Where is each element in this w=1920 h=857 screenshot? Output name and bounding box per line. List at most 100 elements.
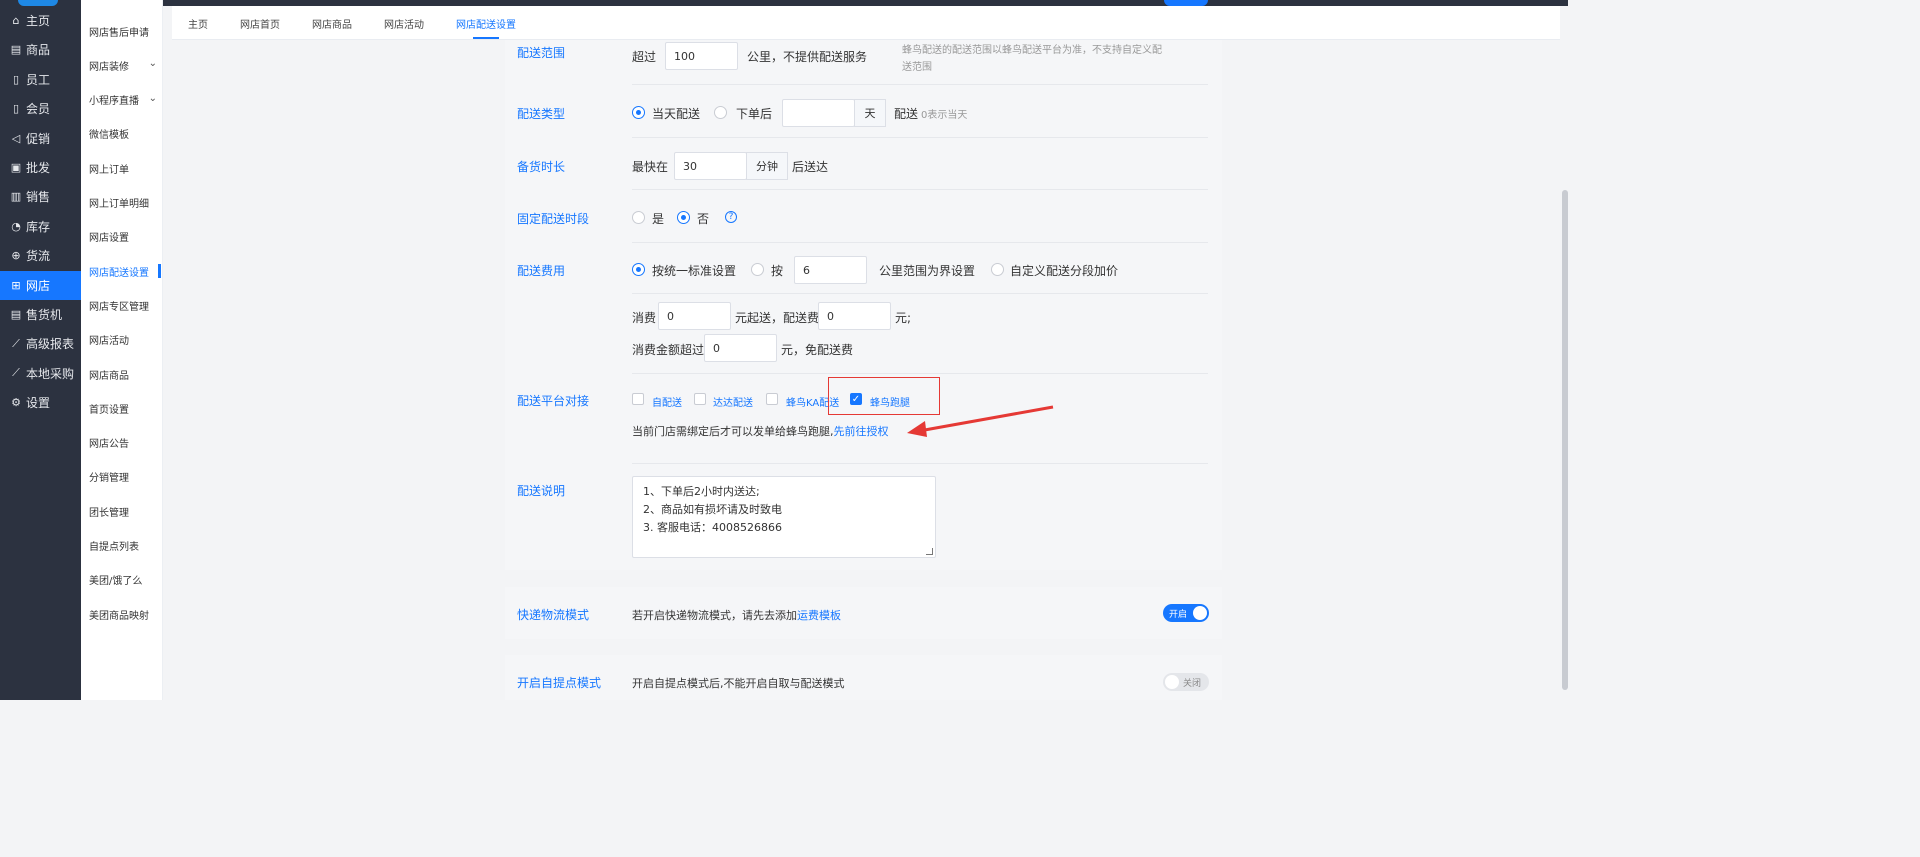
fixed-no-radio[interactable] xyxy=(677,211,690,224)
sub-menu-item[interactable]: 首页设置 xyxy=(89,398,161,418)
vending-icon: ▤ xyxy=(10,308,22,321)
express-switch[interactable]: 开启 xyxy=(1163,604,1209,622)
divider xyxy=(632,242,1208,243)
delivery-desc-textarea[interactable]: 1、下单后2小时内送达; 2、商品如有损坏请及时致电 3. 客服电话：40085… xyxy=(632,476,936,558)
sidebar-item[interactable]: ⊕ 货流 xyxy=(0,241,81,270)
type-label: 配送类型 xyxy=(517,107,566,121)
pickup-panel xyxy=(505,655,1222,700)
pickup-switch[interactable]: 关闭 xyxy=(1163,673,1209,691)
sub-menu-item[interactable]: 网店专区管理 xyxy=(89,295,161,315)
self-delivery-label: 自配送 xyxy=(652,398,682,409)
sub-menu-item[interactable]: 网店配送设置 xyxy=(89,261,161,281)
tab-delivery-settings[interactable]: 网店配送设置 xyxy=(456,6,516,40)
sub-menu: 网店售后申请 网店装修 ⌄ 小程序直播 ⌄ 微信模板网上订单网上订单明细网店设置网店配送设… xyxy=(81,0,163,700)
help-icon[interactable]: ? xyxy=(725,211,737,223)
fee-uniform-radio[interactable] xyxy=(632,263,645,276)
sidebar-item-label: 高级报表 xyxy=(26,337,75,352)
dada-checkbox[interactable] xyxy=(694,393,706,405)
sub-menu-item[interactable]: 网上订单 xyxy=(89,158,161,178)
sidebar-item[interactable]: ▣ 批发 xyxy=(0,153,81,182)
self-delivery-checkbox[interactable] xyxy=(632,393,644,405)
yuan-text: 元; xyxy=(895,311,912,325)
staff-icon: ▯ xyxy=(12,72,20,86)
sidebar-item-label: 库存 xyxy=(26,219,51,234)
prep-input[interactable]: 30 xyxy=(674,152,747,180)
prep-suffix: 后送达 xyxy=(792,160,829,174)
stock-icon: ◔ xyxy=(11,219,21,233)
sidebar-item-label: 销售 xyxy=(26,190,51,205)
sub-menu-item-label: 网店配送设置 xyxy=(89,267,149,279)
sidebar-item[interactable]: ▥ 销售 xyxy=(0,182,81,211)
free-threshold-input[interactable]: 0 xyxy=(704,334,777,362)
sidebar-item-label: 货流 xyxy=(26,249,51,264)
platform-label: 配送平台对接 xyxy=(517,394,590,408)
flow-icon: ⊕ xyxy=(11,249,21,263)
sidebar-item-label: 员工 xyxy=(26,72,51,87)
range-label: 配送范围 xyxy=(517,46,566,60)
sidebar-item[interactable]: ⊞ 网店 xyxy=(0,270,81,300)
fengniao-ka-checkbox[interactable] xyxy=(766,393,778,405)
sub-menu-item-label: 首页设置 xyxy=(89,404,129,416)
days-unit: 天 xyxy=(854,99,886,127)
sub-menu-item[interactable]: 网店设置 xyxy=(89,227,161,247)
sub-menu-item[interactable]: 美团商品映射 xyxy=(89,604,161,624)
after-order-radio[interactable] xyxy=(714,106,727,119)
sidebar-item[interactable]: ▯ 会员 xyxy=(0,94,81,123)
auth-notice: 当前门店需绑定后才可以发单给蜂鸟跑腿,先前往授权 xyxy=(632,423,889,439)
sidebar-item[interactable]: ◔ 库存 xyxy=(0,212,81,241)
min-order-input[interactable]: 0 xyxy=(658,302,731,330)
fixed-yes-radio[interactable] xyxy=(632,211,645,224)
sidebar-item-label: 商品 xyxy=(26,43,51,58)
tab-shop-home[interactable]: 网店首页 xyxy=(240,6,280,40)
tab-shop-activity[interactable]: 网店活动 xyxy=(384,6,424,40)
sidebar-item[interactable]: ⌂ 主页 xyxy=(0,6,81,35)
sidebar-item[interactable]: ▤ 商品 xyxy=(0,35,81,64)
sidebar-item[interactable]: ▯ 员工 xyxy=(0,65,81,94)
sidebar-item[interactable]: ⟋ 高级报表 xyxy=(0,329,81,358)
page-scrollbar[interactable] xyxy=(1562,190,1568,690)
same-day-radio[interactable] xyxy=(632,106,645,119)
sub-menu-item[interactable]: 微信模板 xyxy=(89,124,161,144)
auth-notice-text: 当前门店需绑定后才可以发单给蜂鸟跑腿, xyxy=(632,425,834,438)
fee-km-suffix: 公里范围为界设置 xyxy=(879,264,976,278)
sub-menu-item-label: 网上订单明细 xyxy=(89,199,149,210)
sub-menu-item[interactable]: 自提点列表 xyxy=(89,536,161,556)
freight-template-link[interactable]: 运费模板 xyxy=(797,609,841,622)
sub-menu-item-label: 网店专区管理 xyxy=(89,301,149,313)
annotation-arrow-icon xyxy=(907,405,1054,437)
prep-label: 备货时长 xyxy=(517,160,566,174)
sub-menu-item[interactable]: 美团/饿了么 xyxy=(89,570,161,590)
fee-km-input[interactable]: 6 xyxy=(794,256,867,284)
sub-menu-item[interactable]: 分销管理 xyxy=(89,467,161,487)
sub-menu-item-label: 分销管理 xyxy=(89,473,129,485)
resize-grip-icon[interactable] xyxy=(926,548,933,555)
sub-menu-item[interactable]: 网店售后申请 xyxy=(89,21,161,41)
sub-menu-item[interactable]: 网店装修 ⌄ xyxy=(89,55,161,75)
sub-menu-item[interactable]: 网店商品 xyxy=(89,364,161,384)
days-input[interactable] xyxy=(782,99,855,127)
fee-km-label: 按 xyxy=(771,264,784,278)
tab-home[interactable]: 主页 xyxy=(188,6,208,40)
fee-custom-radio[interactable] xyxy=(991,263,1004,276)
sidebar-item[interactable]: ⟋ 本地采购 xyxy=(0,359,81,388)
auth-link[interactable]: 先前往授权 xyxy=(834,425,889,438)
sub-menu-item[interactable]: 网店活动 xyxy=(89,330,161,350)
sub-menu-item-label: 团长管理 xyxy=(89,507,129,519)
fee-km-radio[interactable] xyxy=(751,263,764,276)
sub-menu-item[interactable]: 团长管理 xyxy=(89,501,161,521)
tab-shop-goods[interactable]: 网店商品 xyxy=(312,6,352,40)
sub-menu-item-label: 小程序直播 xyxy=(89,96,139,108)
fee-custom-label: 自定义配送分段加价 xyxy=(1010,264,1119,278)
desc-line-3: 3. 客服电话：4008526866 xyxy=(643,521,782,534)
tab-bar: 主页 网店首页 网店商品 网店活动 网店配送设置 xyxy=(172,6,1560,40)
delivery-fee-input[interactable]: 0 xyxy=(818,302,891,330)
sidebar-item[interactable]: ⚙ 设置 xyxy=(0,388,81,417)
sidebar-item[interactable]: ◁ 促销 xyxy=(0,124,81,153)
sub-menu-item[interactable]: 网店公告 xyxy=(89,433,161,453)
sidebar-item[interactable]: ▤ 售货机 xyxy=(0,300,81,329)
sub-menu-item[interactable]: 网上订单明细 xyxy=(89,193,161,213)
sub-menu-item[interactable]: 小程序直播 ⌄ xyxy=(89,90,161,110)
pickup-label: 开启自提点模式 xyxy=(517,676,602,690)
range-km-input[interactable]: 100 xyxy=(665,42,738,70)
divider xyxy=(632,293,1208,294)
